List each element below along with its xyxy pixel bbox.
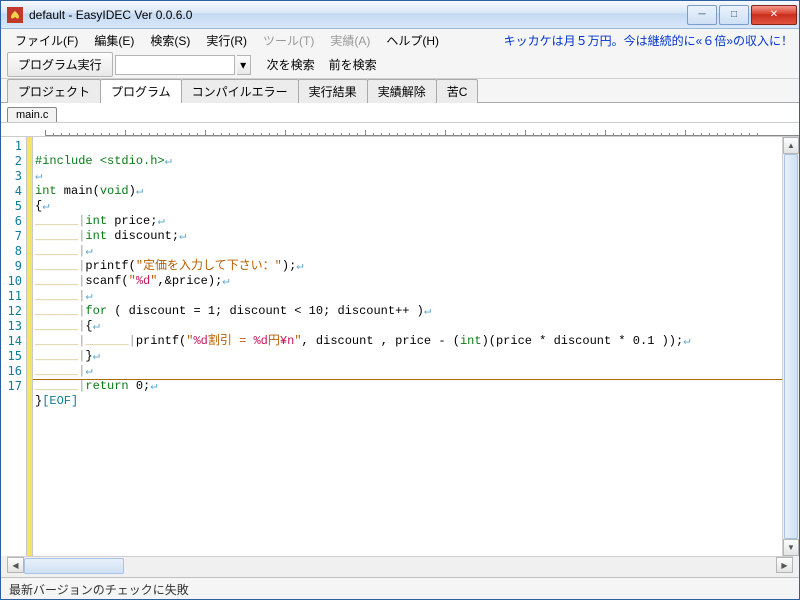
editor: 1234567891011121314151617 #include <stdi… (1, 137, 799, 556)
main-tabs: プロジェクト プログラム コンパイルエラー 実行結果 実績解除 苦C (1, 79, 799, 103)
toolbar: プログラム実行 ▾ 次を検索 前を検索 (1, 51, 799, 79)
menu-run[interactable]: 実行(R) (198, 30, 255, 51)
menu-result[interactable]: 実績(A) (322, 30, 378, 51)
menu-tool[interactable]: ツール(T) (255, 30, 322, 51)
titlebar: default - EasyIDEC Ver 0.0.6.0 ─ □ ✕ (1, 1, 799, 29)
status-bar: 最新バージョンのチェックに失敗 (1, 577, 799, 599)
tab-program[interactable]: プログラム (100, 79, 182, 103)
minimize-button[interactable]: ─ (687, 5, 717, 25)
search-dropdown-icon[interactable]: ▾ (237, 55, 251, 75)
maximize-button[interactable]: □ (719, 5, 749, 25)
find-next-button[interactable]: 次を検索 (261, 54, 321, 75)
tab-compile-error[interactable]: コンパイルエラー (181, 79, 299, 103)
tab-project[interactable]: プロジェクト (7, 79, 101, 103)
tab-kuc[interactable]: 苦C (436, 79, 479, 103)
scroll-right-icon[interactable]: ▶ (776, 557, 793, 573)
menu-file[interactable]: ファイル(F) (7, 30, 86, 51)
menu-edit[interactable]: 編集(E) (86, 30, 142, 51)
code-area[interactable]: #include <stdio.h>↵ ↵ int main(void)↵ {↵… (33, 137, 782, 556)
search-input[interactable] (115, 55, 235, 75)
close-button[interactable]: ✕ (751, 5, 797, 25)
scroll-left-icon[interactable]: ◀ (7, 557, 24, 573)
find-prev-button[interactable]: 前を検索 (323, 54, 383, 75)
app-window: default - EasyIDEC Ver 0.0.6.0 ─ □ ✕ ファイ… (0, 0, 800, 600)
hscroll-thumb[interactable] (24, 558, 124, 574)
scroll-down-icon[interactable]: ▼ (783, 539, 799, 556)
app-icon (7, 7, 23, 23)
promo-link[interactable]: キッカケは月５万円。今は継続的に«６倍»の収入に！ (504, 32, 793, 49)
menu-help[interactable]: ヘルプ(H) (378, 30, 447, 51)
horizontal-scrollbar[interactable]: ◀ ▶ (7, 556, 793, 573)
file-tabs: main.c (1, 103, 799, 123)
scroll-thumb[interactable] (784, 154, 798, 539)
scroll-up-icon[interactable]: ▲ (783, 137, 799, 154)
line-gutter: 1234567891011121314151617 (1, 137, 27, 556)
tab-result-release[interactable]: 実績解除 (367, 79, 437, 103)
menubar: ファイル(F) 編集(E) 検索(S) 実行(R) ツール(T) 実績(A) ヘ… (1, 29, 799, 51)
tab-run-result[interactable]: 実行結果 (298, 79, 368, 103)
eof-separator (33, 379, 782, 380)
status-text: 最新バージョンのチェックに失敗 (9, 583, 189, 597)
menu-search[interactable]: 検索(S) (142, 30, 198, 51)
file-tab-main-c[interactable]: main.c (7, 107, 57, 122)
window-controls: ─ □ ✕ (685, 5, 797, 25)
run-program-button[interactable]: プログラム実行 (7, 52, 113, 77)
vertical-scrollbar[interactable]: ▲ ▼ (782, 137, 799, 556)
ruler: for(let i=0;i<90;i++)document.write('<sp… (1, 123, 799, 137)
window-title: default - EasyIDEC Ver 0.0.6.0 (29, 8, 685, 22)
